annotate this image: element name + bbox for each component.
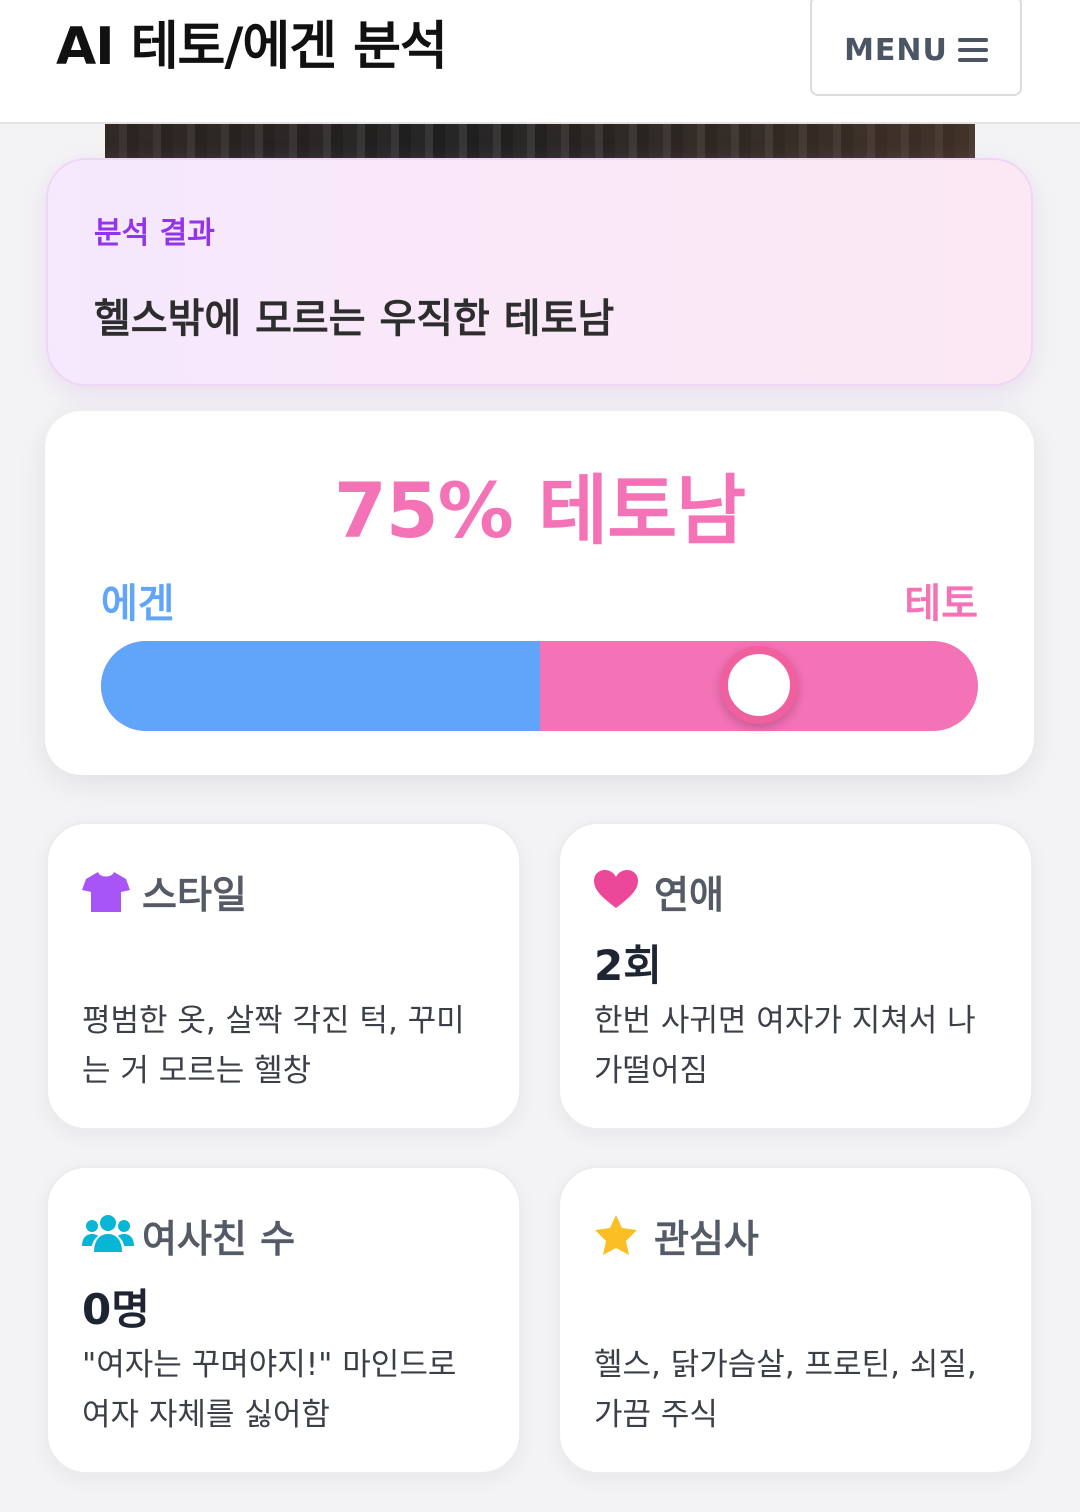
hamburger-icon bbox=[957, 38, 988, 62]
dating-desc: 한번 사귀면 여자가 지쳐서 나가떨어짐 bbox=[594, 1003, 976, 1089]
result-card: 분석 결과 헬스밖에 모르는 우직한 테토남 bbox=[46, 158, 1033, 386]
interests-card: 관심사 헬스, 닭가슴살, 프로틴, 쇠질, 가끔 주식 bbox=[558, 1166, 1033, 1474]
dating-title: 연애 bbox=[654, 873, 724, 917]
style-desc: 평범한 옷, 살짝 각진 턱, 꾸미는 거 모르는 헬창 bbox=[82, 1003, 465, 1089]
uploaded-photo bbox=[105, 124, 975, 160]
score-card: 75% 테토남 에겐 테토 bbox=[45, 411, 1034, 775]
female-friends-value: 0명 bbox=[82, 1285, 150, 1334]
style-card: 스타일 평범한 옷, 살짝 각진 턱, 꾸미는 거 모르는 헬창 bbox=[46, 822, 521, 1130]
dating-value: 2회 bbox=[594, 941, 662, 990]
menu-button[interactable]: MENU bbox=[810, 0, 1022, 96]
style-title: 스타일 bbox=[142, 873, 247, 917]
egen-label: 에겐 bbox=[101, 581, 175, 627]
score-marker bbox=[719, 646, 798, 724]
app-title: AI 테토/에겐 분석 bbox=[56, 17, 448, 77]
menu-label: MENU bbox=[844, 32, 948, 68]
heart-icon bbox=[594, 869, 642, 914]
teto-label: 테토 bbox=[904, 581, 978, 627]
app-header: AI 테토/에겐 분석 MENU bbox=[0, 0, 1080, 124]
shirt-icon bbox=[82, 870, 130, 914]
teto-egen-bar bbox=[101, 641, 978, 731]
female-friends-title: 여사친 수 bbox=[142, 1217, 296, 1261]
egen-bar-segment bbox=[101, 641, 540, 731]
female-friends-desc: "여자는 꾸며야지!" 마인드로 여자 자체를 싫어함 bbox=[82, 1347, 457, 1433]
result-label: 분석 결과 bbox=[94, 216, 215, 251]
dating-card: 연애 2회 한번 사귀면 여자가 지쳐서 나가떨어짐 bbox=[558, 822, 1033, 1130]
interests-title: 관심사 bbox=[654, 1217, 759, 1261]
female-friends-card: 여사친 수 0명 "여자는 꾸며야지!" 마인드로 여자 자체를 싫어함 bbox=[46, 1166, 521, 1474]
interests-desc: 헬스, 닭가슴살, 프로틴, 쇠질, 가끔 주식 bbox=[594, 1347, 977, 1433]
users-icon bbox=[82, 1214, 134, 1258]
score-headline: 75% 테토남 bbox=[333, 466, 746, 555]
star-icon bbox=[594, 1214, 642, 1258]
result-title: 헬스밖에 모르는 우직한 테토남 bbox=[94, 296, 615, 342]
